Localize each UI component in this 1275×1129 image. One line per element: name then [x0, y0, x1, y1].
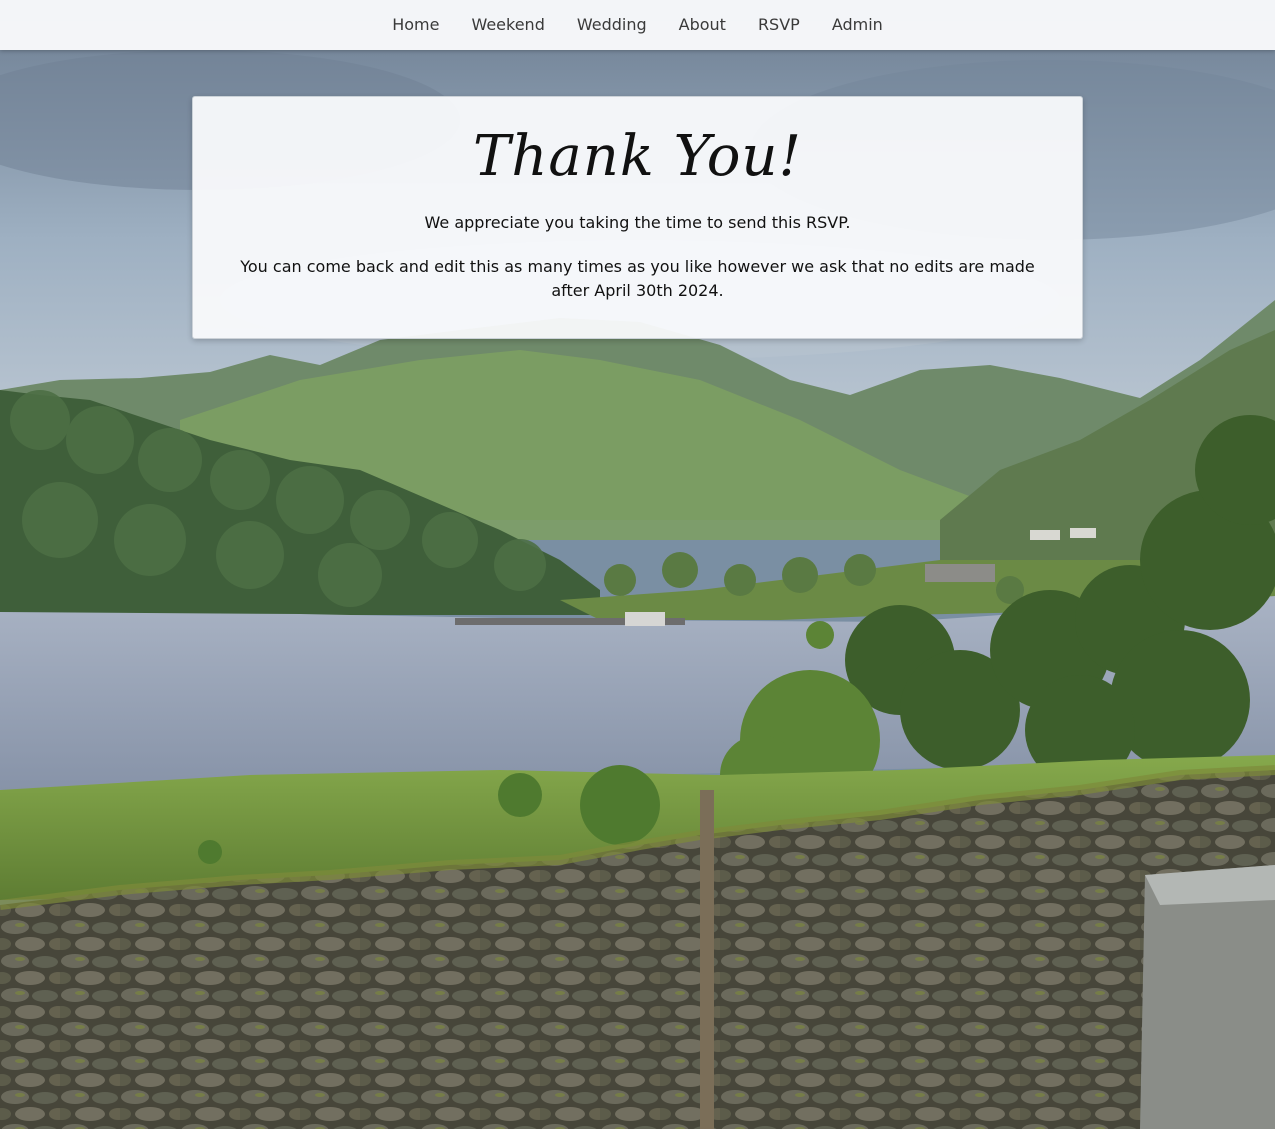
edit-deadline-message: You can come back and edit this as many …: [240, 257, 1035, 300]
top-navigation-bar: Home Weekend Wedding About RSVP Admin: [0, 0, 1275, 50]
nav-link-rsvp[interactable]: RSVP: [742, 2, 816, 48]
nav-menu: Home Weekend Wedding About RSVP Admin: [376, 2, 899, 48]
nav-link-wedding[interactable]: Wedding: [561, 2, 663, 48]
nav-link-home[interactable]: Home: [376, 2, 455, 48]
nav-link-about[interactable]: About: [663, 2, 742, 48]
nav-link-weekend[interactable]: Weekend: [455, 2, 560, 48]
page-title: Thank You!: [473, 124, 802, 189]
appreciation-message: We appreciate you taking the time to sen…: [424, 213, 851, 232]
thank-you-card: Thank You! We appreciate you taking the …: [192, 96, 1083, 339]
nav-link-admin[interactable]: Admin: [816, 2, 899, 48]
